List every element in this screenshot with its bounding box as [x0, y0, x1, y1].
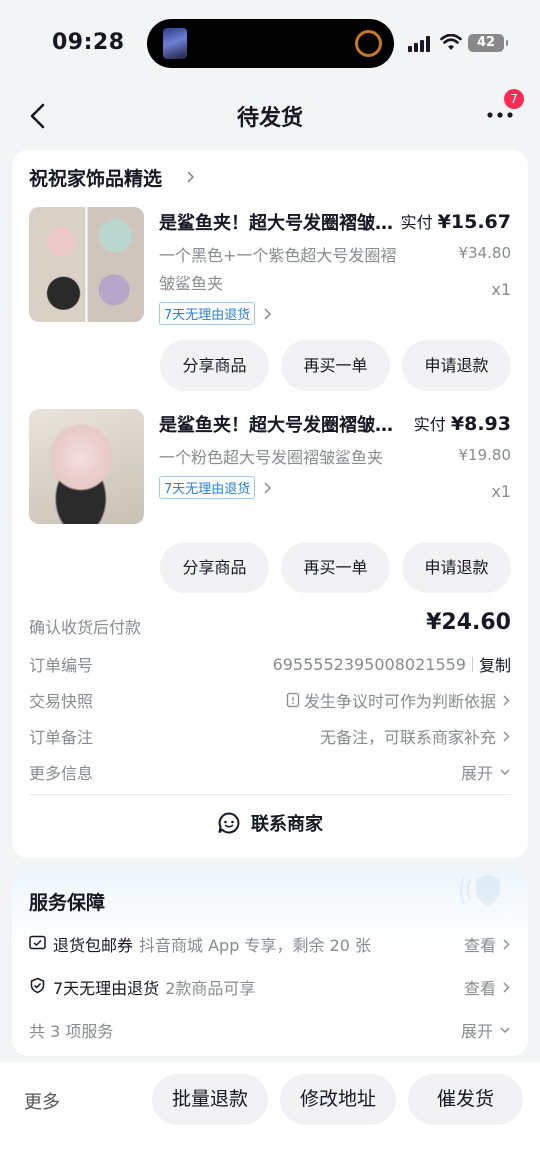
order-number: 6955552395008021559: [272, 654, 466, 674]
service-name: 7天无理由退货: [53, 979, 160, 998]
urge-shipping-button[interactable]: 催发货: [408, 1074, 523, 1125]
now-playing-thumbnail: [163, 28, 187, 59]
snapshot-row[interactable]: 交易快照 发生争议时可作为判断依据: [29, 684, 511, 714]
product-spec: 一个黑色+一个紫色超大号发圈褶皱鲨鱼夹: [159, 246, 397, 293]
paid-price: 实付 ¥15.67: [401, 209, 511, 233]
snapshot-value: 发生争议时可作为判断依据: [303, 692, 496, 711]
more-info-row[interactable]: 更多信息 展开: [29, 756, 511, 786]
wifi-icon: [440, 34, 462, 50]
tag-label: 7天无理由退货: [159, 476, 256, 499]
service-guarantee-card: 服务保障 退货包邮券 抖音商城 App 专享，剩余 20 张 查看 7天无理由退货…: [12, 870, 528, 1056]
price-label: 实付: [413, 415, 446, 434]
price-value: ¥8.93: [450, 413, 511, 435]
chevron-right-icon: [503, 939, 510, 949]
notification-badge: 7: [504, 89, 524, 109]
status-time: 09:28: [52, 30, 125, 55]
original-price: ¥34.80: [458, 244, 512, 262]
service-summary-row[interactable]: 共 3 项服务 展开: [29, 1014, 511, 1044]
chevron-right-icon: [264, 481, 272, 494]
shield-check-icon: [30, 977, 45, 994]
request-refund-button[interactable]: 申请退款: [402, 340, 511, 391]
coupon-icon: [29, 935, 46, 950]
contact-merchant-button[interactable]: 联系商家: [12, 810, 528, 836]
payment-label: 确认收货后付款: [29, 618, 142, 637]
chevron-right-icon: [503, 731, 510, 741]
chevron-right-icon: [503, 982, 510, 992]
payment-row: 确认收货后付款 ¥24.60: [29, 610, 511, 640]
more-dots-icon[interactable]: [486, 110, 514, 120]
share-product-button[interactable]: 分享商品: [160, 340, 269, 391]
expand-button[interactable]: 展开: [461, 1018, 493, 1042]
order-total: ¥24.60: [426, 610, 511, 635]
expand-button[interactable]: 展开: [461, 760, 493, 784]
more-info-label: 更多信息: [29, 764, 94, 783]
bottom-action-bar: 更多 批量退款 修改地址 催发货: [0, 1062, 540, 1174]
cellular-signal-icon: [408, 36, 434, 52]
return-policy-tag[interactable]: 7天无理由退货: [159, 476, 273, 499]
order-number-label: 订单编号: [29, 656, 94, 675]
order-number-row: 订单编号 6955552395008021559 复制: [29, 648, 511, 678]
return-policy-tag[interactable]: 7天无理由退货: [159, 302, 273, 325]
original-price: ¥19.80: [458, 446, 512, 464]
product-spec: 一个粉色超大号发圈褶皱鲨鱼夹: [159, 448, 384, 467]
service-summary: 共 3 项服务: [29, 1022, 114, 1041]
product-actions: 分享商品 再买一单 申请退款: [160, 340, 511, 391]
product-item[interactable]: 是鲨鱼夹！超大号发圈褶皱鲨鱼夹 一个粉色超大号发圈褶皱鲨鱼夹 7天无理由退货 实…: [12, 404, 528, 604]
tag-label: 7天无理由退货: [159, 302, 256, 325]
chat-icon: [218, 812, 240, 834]
chevron-down-icon: [500, 769, 510, 775]
service-item-return-shipping[interactable]: 退货包邮券 抖音商城 App 专享，剩余 20 张 查看: [29, 928, 511, 958]
status-bar: 09:28 42: [0, 0, 540, 86]
navigation-bar: 待发货 7: [0, 86, 540, 146]
buy-again-button[interactable]: 再买一单: [281, 340, 390, 391]
activity-ring-icon: [355, 30, 382, 57]
share-product-button[interactable]: 分享商品: [160, 542, 269, 593]
battery-icon: 42: [468, 34, 508, 52]
contact-label: 联系商家: [251, 814, 323, 835]
service-desc: 抖音商城 App 专享，剩余 20 张: [139, 936, 371, 955]
change-address-button[interactable]: 修改地址: [280, 1074, 396, 1125]
document-icon: [286, 692, 300, 708]
paid-price: 实付 ¥8.93: [414, 411, 511, 435]
product-image[interactable]: [29, 409, 144, 524]
batch-refund-button[interactable]: 批量退款: [152, 1074, 268, 1125]
more-button[interactable]: 更多: [24, 1088, 60, 1114]
price-label: 实付: [400, 213, 433, 232]
order-card: 祝祝家饰品精选 是鲨鱼夹！超大号发圈褶皱鲨鱼夹 一个黑色+一个紫色超大号发圈褶皱…: [12, 150, 528, 858]
service-item-7day-return[interactable]: 7天无理由退货 2款商品可享 查看: [29, 971, 511, 1001]
copy-button[interactable]: 复制: [479, 652, 511, 676]
chevron-right-icon[interactable]: [186, 170, 196, 184]
view-button[interactable]: 查看: [464, 932, 496, 956]
price-value: ¥15.67: [437, 211, 511, 233]
shield-watermark-icon: [460, 874, 500, 906]
product-actions: 分享商品 再买一单 申请退款: [160, 542, 511, 593]
quantity: x1: [491, 280, 511, 299]
chevron-right-icon: [264, 307, 272, 320]
product-image[interactable]: [29, 207, 144, 322]
dynamic-island[interactable]: [147, 19, 394, 68]
product-title[interactable]: 是鲨鱼夹！超大号发圈褶皱鲨鱼夹: [159, 411, 399, 437]
shop-name[interactable]: 祝祝家饰品精选: [29, 164, 162, 191]
request-refund-button[interactable]: 申请退款: [402, 542, 511, 593]
view-button[interactable]: 查看: [464, 975, 496, 999]
chevron-down-icon: [500, 1027, 510, 1033]
buy-again-button[interactable]: 再买一单: [281, 542, 390, 593]
snapshot-label: 交易快照: [29, 692, 94, 711]
note-label: 订单备注: [29, 728, 94, 747]
quantity: x1: [491, 482, 511, 501]
service-desc: 2款商品可享: [165, 979, 256, 998]
divider: [29, 794, 511, 795]
divider: [471, 656, 473, 672]
product-title[interactable]: 是鲨鱼夹！超大号发圈褶皱鲨鱼夹: [159, 209, 399, 235]
page-title: 待发货: [236, 106, 303, 131]
service-title: 服务保障: [29, 892, 106, 914]
product-item[interactable]: 是鲨鱼夹！超大号发圈褶皱鲨鱼夹 一个黑色+一个紫色超大号发圈褶皱鲨鱼夹 7天无理…: [12, 202, 528, 402]
note-value: 无备注，可联系商家补充: [319, 728, 496, 747]
note-row[interactable]: 订单备注 无备注，可联系商家补充: [29, 720, 511, 750]
service-name: 退货包邮券: [53, 936, 134, 955]
chevron-right-icon: [503, 695, 510, 705]
